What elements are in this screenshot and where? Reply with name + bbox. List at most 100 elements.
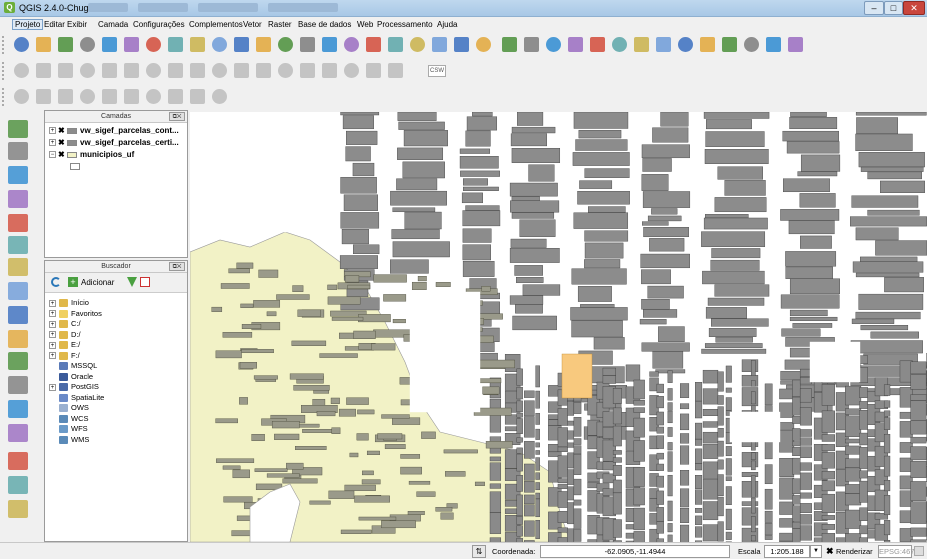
toolbar-tool-icon[interactable] [36,63,51,78]
toolbar-tool-icon[interactable] [300,37,315,52]
messages-icon[interactable] [914,546,924,556]
add-layer-tool-icon[interactable] [8,452,28,470]
add-layer-tool-icon[interactable] [8,214,28,232]
coordinate-toggle-icon[interactable]: ⇅ [472,545,486,558]
crs-button[interactable]: EPSG:4674 [878,545,919,558]
toolbar-tool-icon[interactable] [146,37,161,52]
toolbar-tool-icon[interactable] [212,89,227,104]
add-layer-tool-icon[interactable] [8,306,28,324]
add-layer-tool-icon[interactable] [8,166,28,184]
expand-icon[interactable]: + [49,127,56,135]
browser-item[interactable]: WCS [59,414,89,425]
toolbar-tool-icon[interactable] [344,63,359,78]
toolbar-tool-icon[interactable] [322,63,337,78]
add-layer-tool-icon[interactable] [8,500,28,518]
toolbar-tool-icon[interactable] [766,37,781,52]
expand-icon[interactable]: + [49,139,56,147]
toolbar-tool-icon[interactable] [388,37,403,52]
toolbar-tool-icon[interactable] [190,37,205,52]
toolbar-tool-icon[interactable] [14,89,29,104]
toolbar-tool-icon[interactable] [168,63,183,78]
toolbar-tool-icon[interactable] [476,37,491,52]
coordinate-field[interactable]: -62.0905,-11.4944 [540,545,730,558]
toolbar-tool-icon[interactable] [256,63,271,78]
browser-item[interactable]: + C:/ [49,319,81,330]
menu-1[interactable]: Editar [44,20,65,29]
csw-button[interactable]: CSW [428,65,446,77]
toolbar-tool-icon[interactable] [656,37,671,52]
menu-7[interactable]: Raster [268,20,292,29]
add-layer-tool-icon[interactable] [8,330,28,348]
toolbar-tool-icon[interactable] [80,89,95,104]
panel-float-close-icon[interactable]: ⧉✕ [169,112,185,121]
browser-item[interactable]: Oracle [59,372,93,383]
toolbar-tool-icon[interactable] [168,89,183,104]
toolbar-tool-icon[interactable] [14,37,29,52]
scale-dropdown-icon[interactable]: ▼ [810,545,822,558]
browser-item[interactable]: WFS [59,424,88,435]
expand-icon[interactable]: + [49,331,56,339]
toolbar-tool-icon[interactable] [502,37,517,52]
toolbar-tool-icon[interactable] [322,37,337,52]
add-layer-tool-icon[interactable] [8,142,28,160]
toolbar-tool-icon[interactable] [168,37,183,52]
toolbar-tool-icon[interactable] [366,63,381,78]
expand-icon[interactable]: + [49,299,56,307]
minimize-button[interactable]: – [864,1,884,15]
toolbar-tool-icon[interactable] [124,89,139,104]
browser-item[interactable]: + D:/ [49,330,81,341]
toolbar-tool-icon[interactable] [744,37,759,52]
expand-icon[interactable]: + [49,320,56,328]
browser-item[interactable]: OWS [59,403,89,414]
visibility-checkbox-icon[interactable]: ✖ [58,127,65,135]
toolbar-tool-icon[interactable] [300,63,315,78]
toolbar-tool-icon[interactable] [410,37,425,52]
toolbar-tool-icon[interactable] [432,37,447,52]
add-button-label[interactable]: Adicionar [81,278,114,287]
toolbar-tool-icon[interactable] [14,63,29,78]
panel-float-close-icon[interactable]: ⧉✕ [169,262,185,271]
toolbar-tool-icon[interactable] [36,37,51,52]
toolbar-tool-icon[interactable] [102,89,117,104]
toolbar-tool-icon[interactable] [678,37,693,52]
expand-icon[interactable]: + [49,310,56,318]
add-layer-tool-icon[interactable] [8,476,28,494]
toolbar-tool-icon[interactable] [454,37,469,52]
add-icon[interactable]: + [68,277,78,287]
filter-icon[interactable] [127,277,137,287]
toolbar-tool-icon[interactable] [212,63,227,78]
browser-item[interactable]: MSSQL [59,361,97,372]
expand-icon[interactable]: + [49,352,56,360]
map-render[interactable] [190,112,927,542]
toolbar-tool-icon[interactable] [146,89,161,104]
menu-5[interactable]: Complementos [189,20,243,29]
toolbar-tool-icon[interactable] [546,37,561,52]
add-layer-tool-icon[interactable] [8,282,28,300]
toolbar-tool-icon[interactable] [278,63,293,78]
toolbar-tool-icon[interactable] [58,89,73,104]
add-layer-tool-icon[interactable] [8,352,28,370]
expand-icon[interactable]: − [49,151,56,159]
toolbar-tool-icon[interactable] [102,63,117,78]
map-canvas[interactable] [190,112,927,542]
toolbar-tool-icon[interactable] [124,63,139,78]
visibility-checkbox-icon[interactable]: ✖ [58,151,65,159]
layer-item[interactable]: − ✖ municipios_uf [49,150,134,162]
layer-item[interactable]: + ✖ vw_sigef_parcelas_cont... [49,126,179,138]
menu-6[interactable]: Vetor [243,20,262,29]
toolbar-tool-icon[interactable] [256,37,271,52]
render-checkbox-icon[interactable]: ✖ [826,546,834,556]
toolbar-tool-icon[interactable] [146,63,161,78]
add-layer-tool-icon[interactable] [8,236,28,254]
refresh-icon[interactable] [51,277,61,287]
browser-item[interactable]: + Início [49,298,89,309]
menu-8[interactable]: Base de dados [298,20,351,29]
menu-2[interactable]: Exibir [67,20,87,29]
toolbar-tool-icon[interactable] [634,37,649,52]
browser-item[interactable]: + PostGIS [49,382,99,393]
toolbar-tool-icon[interactable] [190,89,205,104]
browser-item[interactable]: + E:/ [49,340,80,351]
menu-9[interactable]: Web [357,20,373,29]
toolbar-tool-icon[interactable] [80,63,95,78]
maximize-button[interactable]: □ [884,1,903,15]
